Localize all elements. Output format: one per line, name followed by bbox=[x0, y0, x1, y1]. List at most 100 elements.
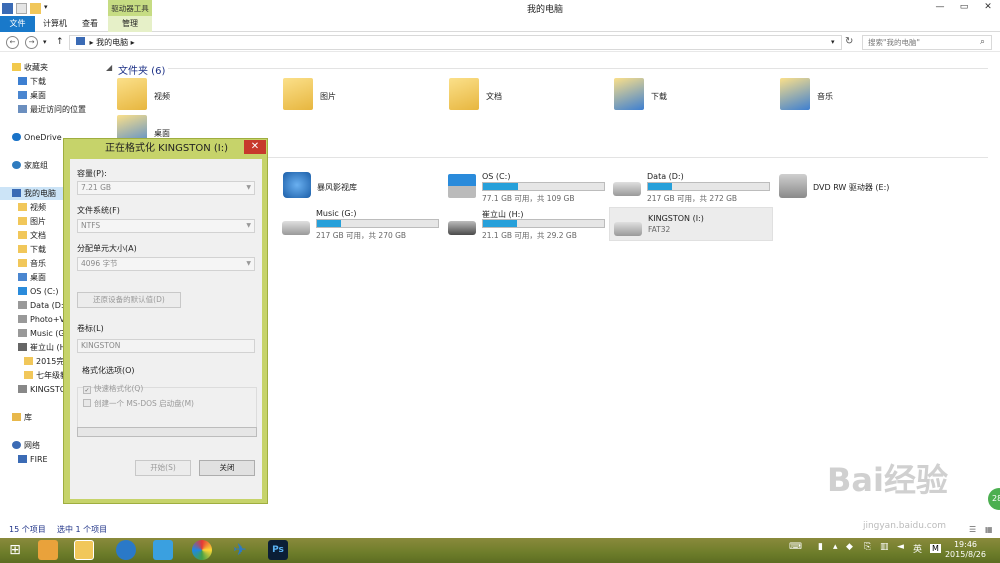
m-indicator[interactable]: M bbox=[930, 544, 941, 553]
video-folder-icon bbox=[117, 78, 147, 110]
capacity-select[interactable]: 7.21 GB ▼ bbox=[77, 181, 255, 195]
tab-manage[interactable]: 管理 bbox=[108, 16, 152, 32]
volume-input[interactable]: KINGSTON bbox=[77, 339, 255, 353]
drive-icon bbox=[18, 301, 27, 309]
nav-photo[interactable]: Photo+V bbox=[18, 313, 64, 326]
group-divider bbox=[268, 157, 988, 158]
nav-folder-2015[interactable]: 2015完 bbox=[24, 355, 64, 368]
app-icon[interactable] bbox=[38, 540, 58, 560]
music-folder-icon bbox=[780, 78, 810, 110]
folders-group-header[interactable]: 文件夹 (6) bbox=[118, 62, 165, 77]
details-view-icon[interactable]: ☰ bbox=[969, 522, 976, 538]
drive-icon bbox=[613, 182, 641, 196]
forward-button[interactable]: → bbox=[25, 36, 38, 49]
photoshop-icon[interactable]: Ps bbox=[268, 540, 288, 560]
nav-drive-d[interactable]: Data (D:) bbox=[18, 299, 64, 312]
nav-drive-g[interactable]: Music (G bbox=[18, 327, 64, 340]
usb-icon[interactable]: ⎘ bbox=[864, 542, 871, 552]
dialog-body: 容量(P): 7.21 GB ▼ 文件系统(F) NTFS ▼ 分配单元大小(A) … bbox=[70, 159, 262, 499]
breadcrumb-this-pc[interactable]: 我的电脑 bbox=[96, 38, 128, 47]
chevron-down-icon: ▼ bbox=[246, 222, 251, 229]
keyboard-icon[interactable]: ⌨ bbox=[789, 542, 802, 552]
baidu-watermark: Bai经验 bbox=[827, 461, 948, 499]
collapse-group-icon[interactable]: ◢ bbox=[106, 63, 112, 72]
restore-defaults-button[interactable]: 还原设备的默认值(D) bbox=[77, 292, 181, 308]
nav-desktop[interactable]: 桌面 bbox=[18, 89, 83, 102]
close-button[interactable]: 关闭 bbox=[199, 460, 255, 476]
network-tray-icon[interactable]: ▥ bbox=[880, 542, 889, 552]
folder-icon bbox=[24, 357, 33, 365]
k-app-icon[interactable] bbox=[116, 540, 136, 560]
usb-drive-icon bbox=[448, 221, 476, 235]
group-divider bbox=[168, 68, 988, 69]
close-window-button[interactable]: ✕ bbox=[976, 0, 1000, 14]
folder-downloads[interactable]: 下载 bbox=[614, 78, 779, 112]
explorer-icon[interactable] bbox=[74, 540, 94, 560]
drive-g[interactable]: Music (G:) 217 GB 可用，共 270 GB bbox=[282, 209, 447, 243]
windows-drive-icon bbox=[448, 174, 476, 198]
drive-i-selected[interactable]: KINGSTON (I:) FAT32 bbox=[609, 207, 773, 241]
tab-computer[interactable]: 计算机 bbox=[38, 16, 72, 32]
taskbar: ⊞ ✈ Ps ⌨ ▮ ▴ ◆ ⎘ ▥ ◄ 英 M 19:46 2015/8/26 bbox=[0, 538, 1000, 563]
nav-drive-h[interactable]: 崔立山 (H bbox=[18, 341, 64, 354]
address-dropdown-icon[interactable]: ▾ bbox=[831, 38, 835, 46]
start-button[interactable]: ⊞ bbox=[5, 540, 25, 560]
address-input[interactable]: ▸ 我的电脑 ▸ bbox=[69, 35, 842, 50]
drive-c[interactable]: OS (C:) 77.1 GB 可用，共 109 GB bbox=[448, 172, 613, 206]
tab-view[interactable]: 查看 bbox=[74, 16, 106, 32]
maximize-button[interactable]: ▭ bbox=[952, 0, 976, 14]
up-button[interactable]: ↑ bbox=[56, 37, 64, 47]
computer-icon bbox=[12, 189, 21, 197]
tiles-view-icon[interactable]: ▦ bbox=[985, 522, 993, 538]
chevron-down-icon: ▼ bbox=[246, 184, 251, 191]
clock[interactable]: 19:46 2015/8/26 bbox=[945, 540, 986, 560]
folder-videos[interactable]: 视频 bbox=[117, 78, 282, 112]
nav-recent[interactable]: 最近访问的位置 bbox=[18, 103, 105, 116]
chrome-icon[interactable] bbox=[192, 540, 212, 560]
drive-d[interactable]: Data (D:) 217 GB 可用，共 272 GB bbox=[613, 172, 778, 206]
drive-h-usage-fill bbox=[483, 220, 517, 227]
ime-indicator[interactable]: 英 bbox=[913, 542, 922, 555]
nav-downloads[interactable]: 下载 bbox=[18, 75, 83, 88]
tray-expand-icon[interactable]: ▴ bbox=[833, 542, 838, 552]
drive-dvd[interactable]: DVD RW 驱动器 (E:) bbox=[779, 172, 944, 206]
security-icon[interactable]: ◆ bbox=[846, 542, 853, 552]
drive-baofeng[interactable]: 暴风影视库 bbox=[283, 172, 448, 206]
drive-icon bbox=[282, 221, 310, 235]
folder-documents[interactable]: 文档 bbox=[449, 78, 614, 112]
battery-icon[interactable]: ▮ bbox=[818, 542, 823, 552]
volume-icon[interactable]: ◄ bbox=[897, 542, 904, 552]
allocation-select[interactable]: 4096 字节 ▼ bbox=[77, 257, 255, 271]
filesystem-label: 文件系统(F) bbox=[77, 206, 120, 215]
nav-drive-i[interactable]: KINGSTO bbox=[18, 383, 64, 396]
drive-d-usage-fill bbox=[648, 183, 673, 190]
drive-icon bbox=[18, 343, 27, 351]
nav-folder-grade7[interactable]: 七年级教 bbox=[24, 369, 64, 382]
pictures-folder-icon bbox=[283, 78, 313, 110]
filesystem-select[interactable]: NTFS ▼ bbox=[77, 219, 255, 233]
search-icon[interactable]: ⌕ bbox=[980, 37, 985, 47]
folder-music[interactable]: 音乐 bbox=[780, 78, 945, 112]
computer-icon bbox=[76, 37, 85, 45]
capacity-label: 容量(P): bbox=[77, 169, 107, 178]
recent-locations-icon[interactable]: ▾ bbox=[43, 38, 47, 46]
refresh-icon[interactable]: ↻ bbox=[845, 36, 853, 47]
nav-favorites[interactable]: 收藏夹 bbox=[12, 61, 77, 74]
folder-icon bbox=[18, 203, 27, 211]
back-button[interactable]: ← bbox=[6, 36, 19, 49]
drive-c-usage-bar bbox=[482, 182, 605, 191]
quick-format-checkbox[interactable]: ✓ 快速格式化(Q) bbox=[83, 383, 143, 394]
start-button[interactable]: 开始(S) bbox=[135, 460, 191, 476]
msdos-checkbox[interactable]: 创建一个 MS-DOS 启动盘(M) bbox=[83, 398, 194, 409]
minimize-button[interactable]: — bbox=[928, 0, 952, 14]
dialog-close-button[interactable]: ✕ bbox=[244, 140, 266, 154]
bird-app-icon[interactable]: ✈ bbox=[230, 540, 250, 560]
tab-file[interactable]: 文件 bbox=[0, 16, 35, 32]
drive-h[interactable]: 崔立山 (H:) 21.1 GB 可用，共 29.2 GB bbox=[448, 209, 613, 243]
browser-icon[interactable] bbox=[153, 540, 173, 560]
badge[interactable]: 28 bbox=[988, 488, 1000, 510]
search-input[interactable]: 搜索"我的电脑" bbox=[862, 35, 992, 50]
folder-pictures[interactable]: 图片 bbox=[283, 78, 448, 112]
drive-icon bbox=[18, 315, 27, 323]
downloads-icon bbox=[18, 77, 27, 85]
